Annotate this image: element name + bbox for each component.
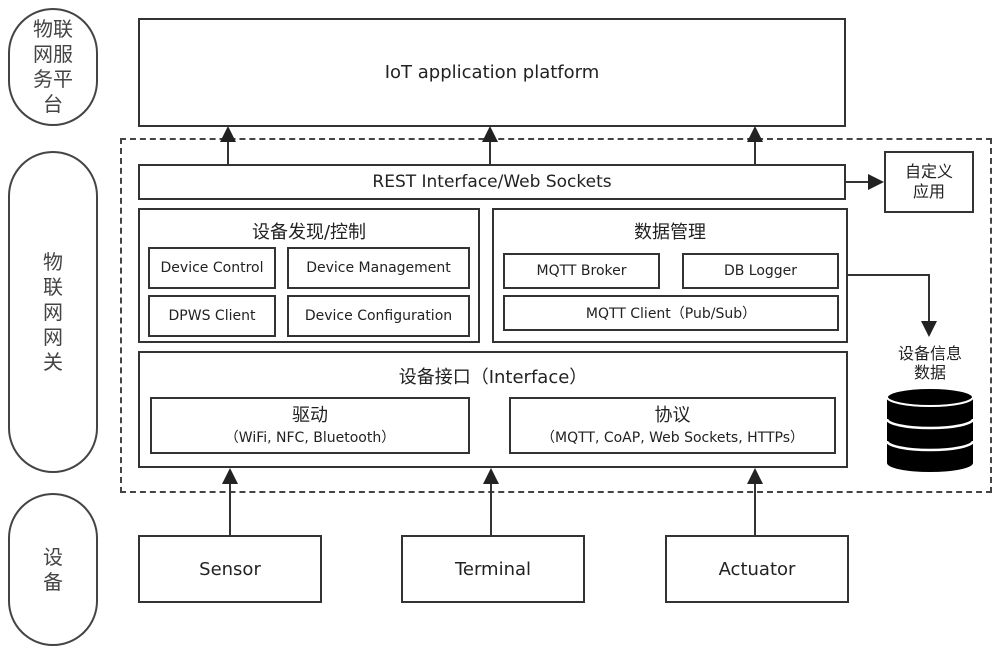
device-sensor: Sensor — [138, 535, 322, 603]
rest-title: REST Interface/Web Sockets — [372, 172, 612, 192]
database-icon — [885, 387, 975, 472]
device-info-data-label: 设备信息 数据 — [897, 344, 962, 382]
dpws-client-label: DPWS Client — [168, 308, 256, 324]
terminal-label: Terminal — [454, 558, 532, 580]
mqtt-broker-label: MQTT Broker — [536, 263, 627, 279]
device-terminal: Terminal — [401, 535, 585, 603]
data-mgmt-title: 数据管理 — [634, 222, 706, 243]
protocol-subtitle: （MQTT, CoAP, Web Sockets, HTTPs） — [540, 429, 805, 446]
sensor-label: Sensor — [199, 558, 261, 580]
driver-box: 驱动 （WiFi, NFC, Bluetooth） — [150, 397, 470, 454]
device-management-label: Device Management — [306, 260, 451, 276]
device-control: Device Control — [148, 247, 276, 289]
platform-title: IoT application platform — [384, 62, 600, 83]
discovery-title: 设备发现/控制 — [251, 222, 367, 243]
layer-gateway-label: 物 联 网 网 关 — [8, 151, 98, 473]
mqtt-broker: MQTT Broker — [503, 253, 660, 289]
db-logger: DB Logger — [682, 253, 839, 289]
layer-platform-label: 物联 网服 务平 台 — [8, 8, 98, 126]
db-logger-label: DB Logger — [723, 263, 798, 279]
protocol-box: 协议 （MQTT, CoAP, Web Sockets, HTTPs） — [509, 397, 836, 454]
device-configuration: Device Configuration — [287, 295, 470, 337]
driver-subtitle: （WiFi, NFC, Bluetooth） — [224, 429, 396, 446]
rest-interface: REST Interface/Web Sockets — [138, 164, 846, 200]
device-configuration-label: Device Configuration — [304, 308, 453, 324]
dpws-client: DPWS Client — [148, 295, 276, 337]
driver-title: 驱动 — [292, 404, 328, 426]
mqtt-client: MQTT Client（Pub/Sub） — [503, 295, 839, 331]
device-management: Device Management — [287, 247, 470, 289]
interface-title: 设备接口（Interface） — [398, 367, 588, 388]
layer-devices-label: 设 备 — [8, 493, 98, 646]
device-control-label: Device Control — [160, 260, 264, 276]
iot-application-platform: IoT application platform — [138, 18, 846, 127]
protocol-title: 协议 — [654, 404, 691, 426]
mqtt-client-label: MQTT Client（Pub/Sub） — [585, 306, 757, 322]
custom-app-title: 自定义 应用 — [904, 162, 953, 201]
device-actuator: Actuator — [665, 535, 849, 603]
custom-application: 自定义 应用 — [884, 151, 974, 213]
actuator-label: Actuator — [718, 558, 796, 580]
